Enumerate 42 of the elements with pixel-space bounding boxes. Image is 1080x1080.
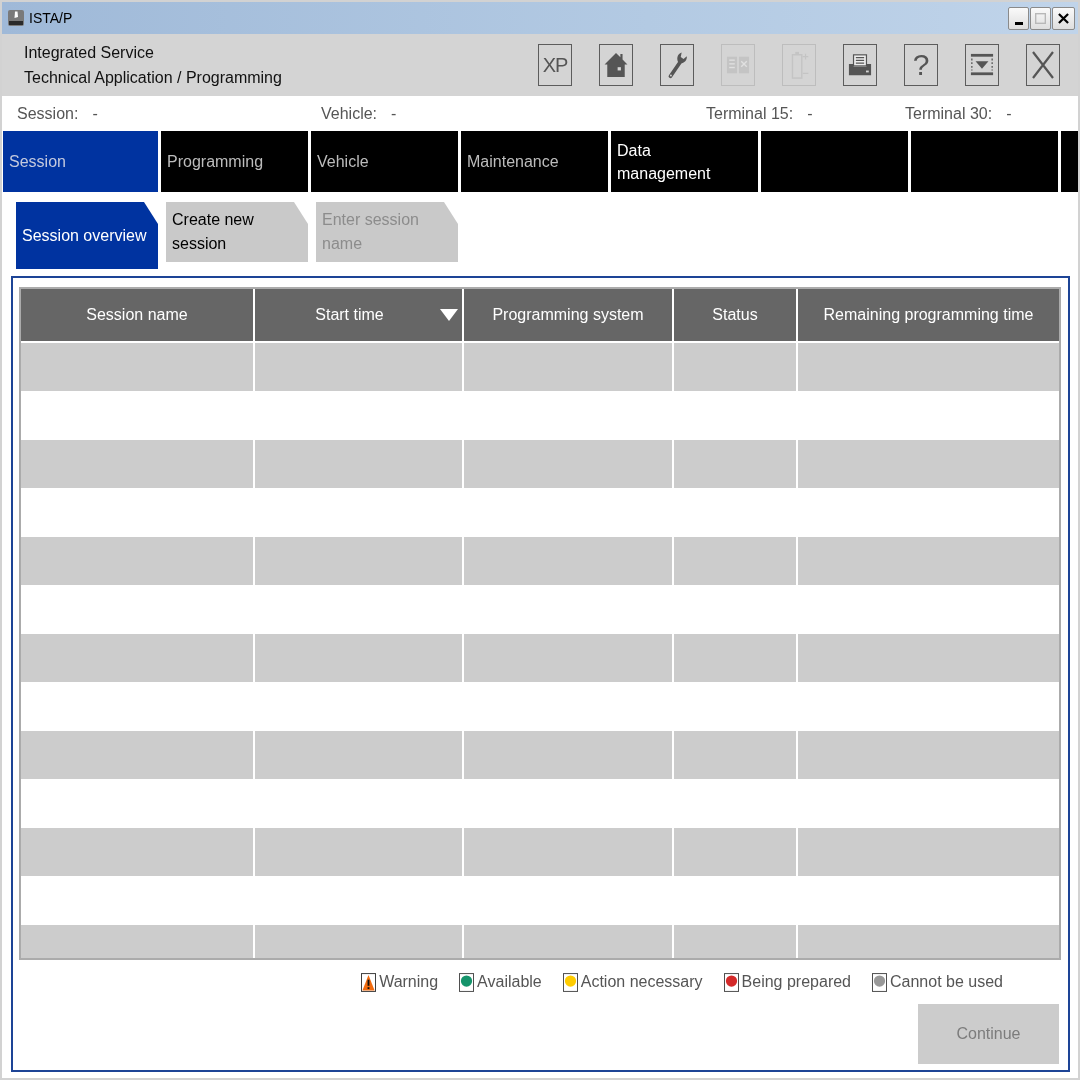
- step-tab[interactable]: Create new session: [166, 202, 308, 262]
- app-icon: [8, 10, 24, 26]
- step-tab[interactable]: Session overview: [16, 202, 158, 269]
- info-value: -: [1006, 104, 1012, 123]
- column-header[interactable]: Status: [674, 289, 798, 341]
- close-button[interactable]: [1052, 7, 1075, 30]
- info-value: -: [92, 104, 98, 123]
- info-value: -: [391, 104, 397, 123]
- house-icon: [604, 51, 628, 79]
- column-header[interactable]: Programming system: [464, 289, 674, 341]
- info-label: Session:: [17, 104, 79, 123]
- window-title: ISTA/P: [29, 10, 73, 26]
- legend-label: Action necessary: [580, 973, 703, 991]
- close-icon: [1058, 13, 1069, 24]
- print-button[interactable]: [843, 44, 877, 86]
- legend-label: Available: [477, 973, 542, 991]
- nav-tab[interactable]: Data management: [611, 131, 758, 192]
- warning-icon: [361, 972, 377, 992]
- minimize-icon: [1014, 22, 1023, 25]
- legend-label: Cannot be used: [890, 973, 1003, 991]
- help-button[interactable]: ?: [904, 44, 938, 86]
- close-icon: [1031, 51, 1055, 79]
- column-header[interactable]: Remaining programming time: [798, 289, 1059, 341]
- exit-button[interactable]: [1026, 44, 1060, 86]
- service-button[interactable]: [660, 44, 694, 86]
- nav-tab[interactable]: Session: [3, 131, 158, 192]
- legend-label: Being prepared: [741, 973, 851, 991]
- home-button[interactable]: [599, 44, 633, 86]
- info-label: Vehicle:: [321, 104, 378, 123]
- info-label: Terminal 15:: [706, 104, 794, 123]
- maximize-icon: [1035, 13, 1046, 24]
- empty-nav-slot: [1061, 131, 1078, 192]
- eject-button[interactable]: [965, 44, 999, 86]
- app-title-line: Integrated Service: [24, 43, 155, 63]
- minimize-button[interactable]: [1008, 7, 1029, 30]
- info-label: Terminal 30:: [905, 104, 993, 123]
- xp-button[interactable]: XP: [538, 44, 572, 86]
- app-title-line: Technical Application / Programming: [24, 68, 282, 88]
- legend-label: Warning: [379, 973, 439, 991]
- column-header[interactable]: Start time: [255, 289, 464, 341]
- column-header[interactable]: Session name: [21, 289, 255, 341]
- info-value: -: [807, 104, 813, 123]
